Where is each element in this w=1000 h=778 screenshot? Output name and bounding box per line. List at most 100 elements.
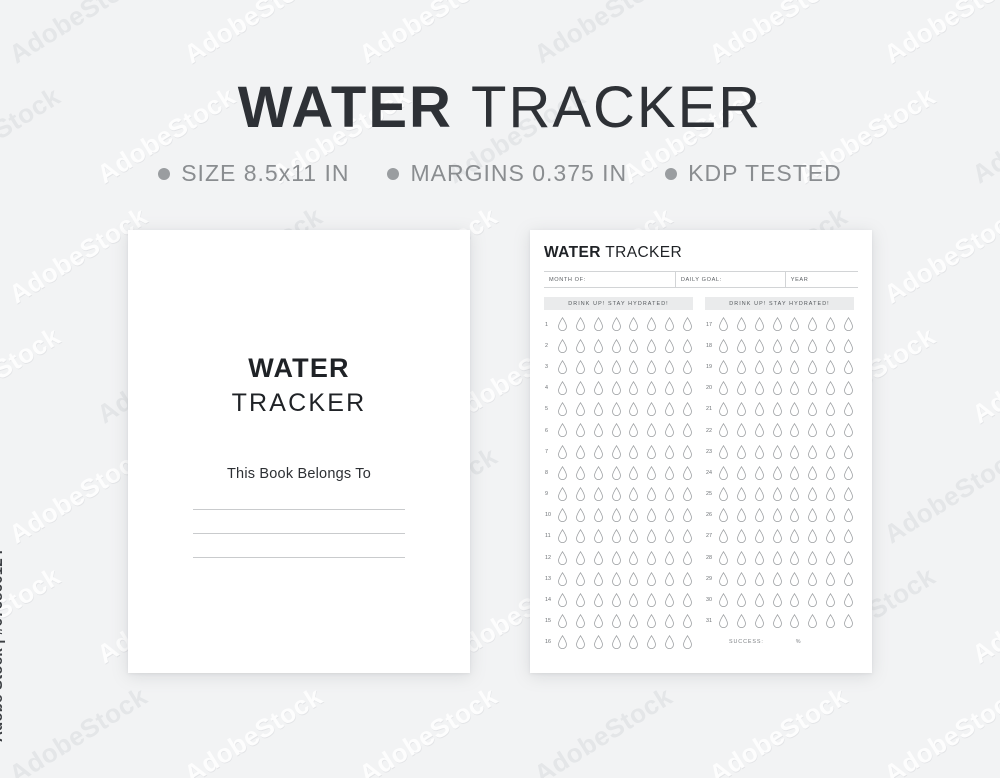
water-drop-icon[interactable] (593, 465, 604, 480)
water-drop-icon[interactable] (664, 402, 675, 417)
water-drop-icon[interactable] (628, 550, 639, 565)
water-drop-icon[interactable] (593, 486, 604, 501)
water-drop-icon[interactable] (807, 614, 818, 629)
water-drop-icon[interactable] (664, 529, 675, 544)
water-drop-icon[interactable] (789, 338, 800, 353)
water-drop-icon[interactable] (718, 402, 729, 417)
water-drop-icon[interactable] (557, 423, 568, 438)
water-drop-icon[interactable] (789, 444, 800, 459)
water-drop-icon[interactable] (772, 317, 783, 332)
water-drop-icon[interactable] (557, 359, 568, 374)
water-drop-icon[interactable] (593, 317, 604, 332)
water-drop-icon[interactable] (736, 529, 747, 544)
water-drop-icon[interactable] (664, 508, 675, 523)
water-drop-icon[interactable] (593, 529, 604, 544)
water-drop-icon[interactable] (557, 635, 568, 650)
water-drop-icon[interactable] (718, 550, 729, 565)
water-drop-icon[interactable] (825, 402, 836, 417)
water-drop-icon[interactable] (807, 402, 818, 417)
water-drop-icon[interactable] (682, 338, 693, 353)
water-drop-icon[interactable] (664, 614, 675, 629)
water-drop-icon[interactable] (575, 635, 586, 650)
water-drop-icon[interactable] (843, 338, 854, 353)
water-drop-icon[interactable] (843, 381, 854, 396)
water-drop-icon[interactable] (593, 423, 604, 438)
water-drop-icon[interactable] (789, 614, 800, 629)
water-drop-icon[interactable] (807, 592, 818, 607)
owner-name-line[interactable] (193, 557, 405, 558)
water-drop-icon[interactable] (628, 423, 639, 438)
water-drop-icon[interactable] (772, 402, 783, 417)
water-drop-icon[interactable] (575, 486, 586, 501)
water-drop-icon[interactable] (611, 486, 622, 501)
water-drop-icon[interactable] (718, 359, 729, 374)
water-drop-icon[interactable] (575, 571, 586, 586)
water-drop-icon[interactable] (772, 508, 783, 523)
water-drop-icon[interactable] (557, 486, 568, 501)
water-drop-icon[interactable] (575, 317, 586, 332)
water-drop-icon[interactable] (807, 486, 818, 501)
water-drop-icon[interactable] (593, 635, 604, 650)
water-drop-icon[interactable] (736, 465, 747, 480)
daily-goal-field[interactable]: DAILY GOAL: (676, 272, 786, 287)
water-drop-icon[interactable] (718, 592, 729, 607)
water-drop-icon[interactable] (807, 508, 818, 523)
water-drop-icon[interactable] (825, 508, 836, 523)
water-drop-icon[interactable] (575, 338, 586, 353)
water-drop-icon[interactable] (628, 338, 639, 353)
water-drop-icon[interactable] (789, 423, 800, 438)
water-drop-icon[interactable] (664, 635, 675, 650)
water-drop-icon[interactable] (593, 444, 604, 459)
water-drop-icon[interactable] (843, 529, 854, 544)
water-drop-icon[interactable] (557, 444, 568, 459)
water-drop-icon[interactable] (718, 614, 729, 629)
water-drop-icon[interactable] (736, 571, 747, 586)
water-drop-icon[interactable] (646, 550, 657, 565)
water-drop-icon[interactable] (789, 465, 800, 480)
water-drop-icon[interactable] (718, 444, 729, 459)
water-drop-icon[interactable] (611, 359, 622, 374)
water-drop-icon[interactable] (557, 508, 568, 523)
water-drop-icon[interactable] (628, 465, 639, 480)
water-drop-icon[interactable] (807, 359, 818, 374)
water-drop-icon[interactable] (789, 571, 800, 586)
water-drop-icon[interactable] (772, 444, 783, 459)
water-drop-icon[interactable] (736, 359, 747, 374)
water-drop-icon[interactable] (611, 592, 622, 607)
water-drop-icon[interactable] (843, 550, 854, 565)
water-drop-icon[interactable] (557, 571, 568, 586)
water-drop-icon[interactable] (664, 550, 675, 565)
water-drop-icon[interactable] (646, 571, 657, 586)
water-drop-icon[interactable] (718, 529, 729, 544)
water-drop-icon[interactable] (611, 338, 622, 353)
water-drop-icon[interactable] (628, 444, 639, 459)
water-drop-icon[interactable] (736, 423, 747, 438)
water-drop-icon[interactable] (611, 635, 622, 650)
water-drop-icon[interactable] (646, 465, 657, 480)
water-drop-icon[interactable] (593, 508, 604, 523)
water-drop-icon[interactable] (789, 381, 800, 396)
water-drop-icon[interactable] (557, 614, 568, 629)
water-drop-icon[interactable] (664, 381, 675, 396)
water-drop-icon[interactable] (628, 592, 639, 607)
water-drop-icon[interactable] (664, 592, 675, 607)
water-drop-icon[interactable] (736, 402, 747, 417)
water-drop-icon[interactable] (718, 381, 729, 396)
water-drop-icon[interactable] (557, 529, 568, 544)
water-drop-icon[interactable] (575, 359, 586, 374)
water-drop-icon[interactable] (718, 338, 729, 353)
water-drop-icon[interactable] (682, 508, 693, 523)
water-drop-icon[interactable] (611, 550, 622, 565)
water-drop-icon[interactable] (843, 317, 854, 332)
water-drop-icon[interactable] (682, 635, 693, 650)
water-drop-icon[interactable] (664, 486, 675, 501)
water-drop-icon[interactable] (664, 465, 675, 480)
water-drop-icon[interactable] (611, 465, 622, 480)
water-drop-icon[interactable] (772, 338, 783, 353)
water-drop-icon[interactable] (825, 359, 836, 374)
water-drop-icon[interactable] (754, 359, 765, 374)
water-drop-icon[interactable] (682, 529, 693, 544)
water-drop-icon[interactable] (736, 614, 747, 629)
water-drop-icon[interactable] (825, 550, 836, 565)
owner-name-line[interactable] (193, 533, 405, 534)
